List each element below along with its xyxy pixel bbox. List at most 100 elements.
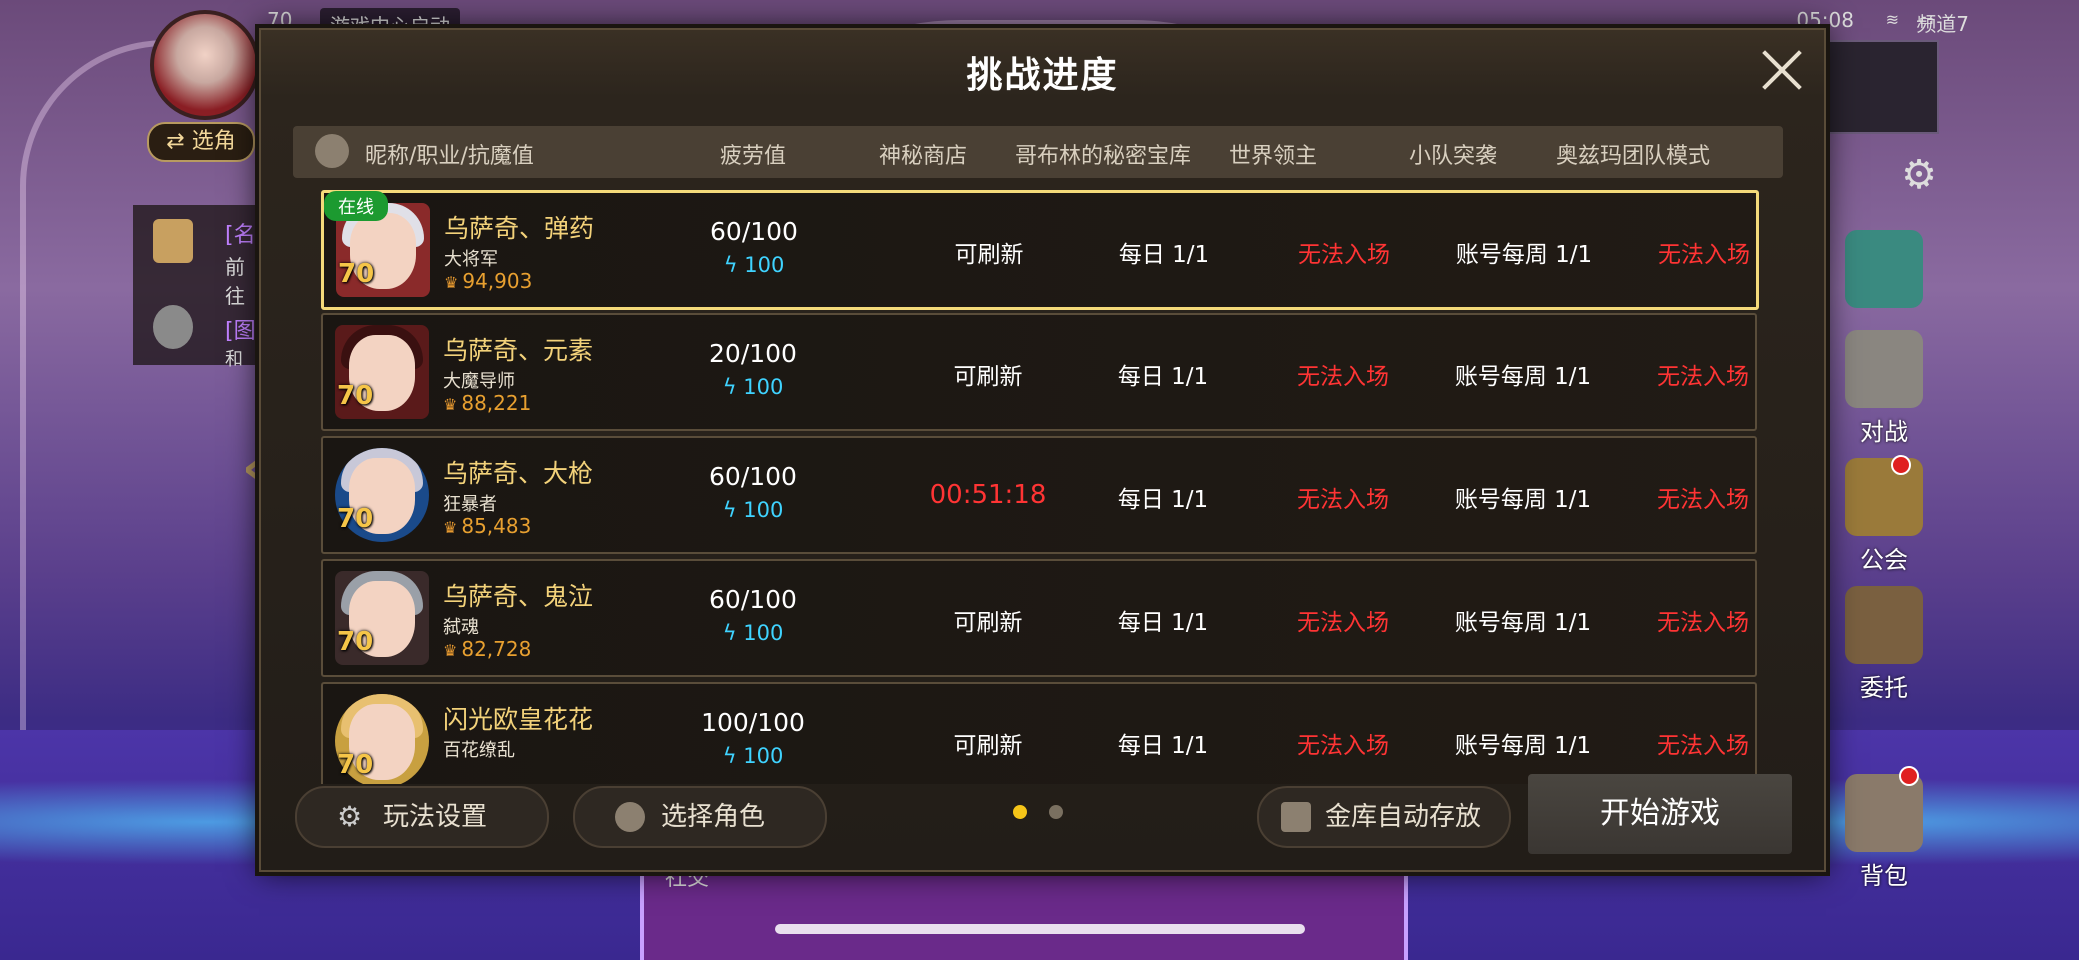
treasure-chest-button[interactable] xyxy=(1834,230,1934,312)
character-name: 乌萨奇、元素 xyxy=(443,336,594,365)
character-row[interactable]: 70 乌萨奇、元素 大魔导师 ♛ 88,221 20/100 ϟ 100 可刷新 … xyxy=(321,313,1757,431)
character-class: 大魔导师 xyxy=(443,371,515,392)
page-dot[interactable] xyxy=(1049,805,1063,819)
character-name: 乌萨奇、鬼泣 xyxy=(443,582,594,611)
column-header-ozma: 奥兹玛团队模式 xyxy=(1555,144,1710,169)
fatigue-value: 100/100 xyxy=(701,708,805,737)
raid-status: 账号每周 1/1 xyxy=(1454,364,1592,390)
wifi-icon: ≋ xyxy=(1885,10,1899,29)
quest-panel[interactable]: [名 前往 [图 和 xyxy=(133,205,263,370)
column-header-name: 昵称/职业/抗魔值 xyxy=(365,144,534,169)
character-name: 闪光欧皇花花 xyxy=(443,705,594,734)
world-boss-status: 无法入场 xyxy=(1298,242,1390,268)
crossed-swords-icon xyxy=(1845,330,1923,408)
raid-status: 账号每周 1/1 xyxy=(1454,610,1592,636)
character-level: 70 xyxy=(338,259,375,289)
scroll-icon xyxy=(153,219,193,263)
world-boss-status: 无法入场 xyxy=(1297,364,1389,390)
character-row[interactable]: 在线 70 乌萨奇、弹药 大将军 ♛ 94,903 60/100 ϟ 100 可刷… xyxy=(321,190,1759,310)
gear-icon[interactable]: ⚙ xyxy=(1901,152,1937,198)
shop-status: 可刷新 xyxy=(953,733,1023,759)
minimap[interactable] xyxy=(1825,40,1939,134)
column-header-raid: 小队突袭 xyxy=(1408,144,1497,169)
character-class: 狂暴者 xyxy=(443,494,497,515)
channel-label[interactable]: 频道7 xyxy=(1916,8,1969,37)
pvp-button[interactable]: 对战 xyxy=(1834,330,1934,447)
anti-magic-icon: ♛ xyxy=(443,395,458,414)
character-level: 70 xyxy=(337,504,374,534)
anti-magic-icon: ♛ xyxy=(443,641,458,660)
column-header-world-boss: 世界领主 xyxy=(1228,144,1317,169)
lightning-icon: ϟ xyxy=(722,498,744,522)
anti-magic-value: ♛ 82,728 xyxy=(443,637,532,661)
character-row[interactable]: 70 乌萨奇、大枪 狂暴者 ♛ 85,483 60/100 ϟ 100 00:51… xyxy=(321,436,1757,554)
stamina-value: ϟ 100 xyxy=(722,375,784,399)
online-badge: 在线 xyxy=(324,191,388,221)
stamina-value: ϟ 100 xyxy=(722,621,784,645)
guild-notification-dot xyxy=(1891,455,1911,475)
bag-notification-dot xyxy=(1899,766,1919,786)
bag-button[interactable]: 背包 xyxy=(1834,774,1934,891)
lightning-icon: ϟ xyxy=(722,375,744,399)
character-list[interactable]: 在线 70 乌萨奇、弹药 大将军 ♛ 94,903 60/100 ϟ 100 可刷… xyxy=(321,190,1761,784)
lightning-icon: ϟ xyxy=(722,744,744,768)
ozma-status: 无法入场 xyxy=(1657,487,1749,513)
start-game-button[interactable]: 开始游戏 xyxy=(1528,774,1792,854)
raid-status: 账号每周 1/1 xyxy=(1454,733,1592,759)
fatigue-value: 60/100 xyxy=(710,217,798,246)
auto-store-button[interactable]: 金库自动存放 xyxy=(1257,786,1511,848)
character-level: 70 xyxy=(337,627,374,657)
select-character-button[interactable]: 选择角色 xyxy=(573,786,827,848)
goblin-status: 每日 1/1 xyxy=(1117,610,1209,636)
ozma-status: 无法入场 xyxy=(1657,610,1749,636)
character-row[interactable]: 70 闪光欧皇花花 百花缭乱 100/100 ϟ 100 可刷新 每日 1/1 … xyxy=(321,682,1757,784)
commission-button[interactable]: 委托 xyxy=(1834,586,1934,703)
guild-label: 公会 xyxy=(1860,546,1908,574)
character-row[interactable]: 70 乌萨奇、鬼泣 弑魂 ♛ 82,728 60/100 ϟ 100 可刷新 每日… xyxy=(321,559,1757,677)
quest-tag-2: [图 xyxy=(225,319,256,344)
gear-icon: ⚙ xyxy=(337,800,363,833)
stamina-value: ϟ 100 xyxy=(723,253,785,277)
player-avatar[interactable] xyxy=(150,10,260,120)
notice-board-icon xyxy=(1845,586,1923,664)
character-name: 乌萨奇、弹药 xyxy=(444,214,595,243)
character-select-icon xyxy=(615,802,645,832)
pvp-label: 对战 xyxy=(1860,418,1908,446)
lightning-icon: ϟ xyxy=(722,621,744,645)
play-settings-button[interactable]: ⚙ 玩法设置 xyxy=(295,786,549,848)
raid-status: 账号每周 1/1 xyxy=(1455,242,1593,268)
auto-store-label: 金库自动存放 xyxy=(1325,802,1482,832)
anti-magic-icon: ♛ xyxy=(444,273,459,292)
anti-magic-value: ♛ 88,221 xyxy=(443,391,532,415)
play-settings-label: 玩法设置 xyxy=(383,802,488,832)
ozma-status: 无法入场 xyxy=(1658,242,1750,268)
fatigue-value: 20/100 xyxy=(709,339,797,368)
character-class: 百花缭乱 xyxy=(443,740,515,761)
ozma-status: 无法入场 xyxy=(1657,364,1749,390)
goblin-status: 每日 1/1 xyxy=(1118,242,1210,268)
goblin-status: 每日 1/1 xyxy=(1117,733,1209,759)
anti-magic-value: ♛ 94,903 xyxy=(444,269,533,293)
chest-icon xyxy=(1845,230,1923,308)
guild-button[interactable]: 公会 xyxy=(1834,458,1934,575)
character-class: 大将军 xyxy=(444,249,498,270)
fatigue-value: 60/100 xyxy=(709,462,797,491)
shop-refresh-timer: 00:51:18 xyxy=(929,480,1047,510)
world-boss-status: 无法入场 xyxy=(1297,733,1389,759)
quest-text-1: 前往 xyxy=(225,255,245,308)
ozma-status: 无法入场 xyxy=(1657,733,1749,759)
quest-text-2: 和 xyxy=(225,349,243,370)
shop-status: 可刷新 xyxy=(954,242,1024,268)
world-boss-status: 无法入场 xyxy=(1297,487,1389,513)
home-indicator[interactable] xyxy=(775,924,1305,934)
switch-character-button[interactable]: ⇄ 选角 xyxy=(147,122,255,162)
column-header-fatigue: 疲劳值 xyxy=(719,144,786,169)
world-boss-status: 无法入场 xyxy=(1297,610,1389,636)
character-level: 70 xyxy=(337,381,374,411)
stamina-value: ϟ 100 xyxy=(722,498,784,522)
character-class: 弑魂 xyxy=(443,617,479,638)
vault-icon xyxy=(1281,802,1311,832)
close-icon[interactable] xyxy=(1760,48,1804,92)
profile-icon xyxy=(315,134,349,168)
page-dot-active[interactable] xyxy=(1013,805,1027,819)
